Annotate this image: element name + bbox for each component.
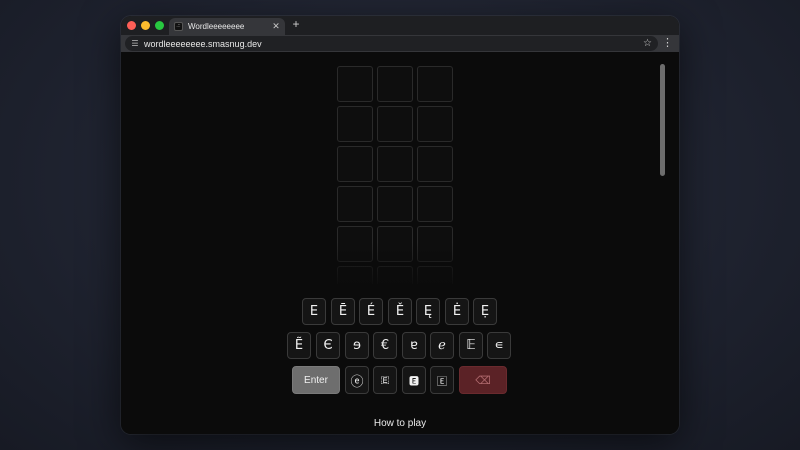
tab-close-icon[interactable]: ✕ xyxy=(270,21,282,32)
key[interactable]: € xyxy=(373,332,397,359)
key[interactable]: ɐ xyxy=(402,332,426,359)
grid-tile xyxy=(417,106,453,142)
bookmark-star-icon[interactable]: ☆ xyxy=(643,38,652,49)
favicon-icon: .:: xyxy=(174,22,183,31)
grid-tile xyxy=(417,146,453,182)
key[interactable]: Ě xyxy=(388,298,412,325)
grid-tile xyxy=(337,186,373,222)
key[interactable]: 🇪 xyxy=(373,366,397,394)
key[interactable]: ⓔ xyxy=(345,366,369,394)
tab-strip: .:: Wordleeeeeeee ✕ + xyxy=(121,16,679,35)
browser-toolbar: ☰ wordleeeeeeee.smasnug.dev ☆ ⋮ xyxy=(121,35,679,52)
enter-button[interactable]: Enter xyxy=(292,366,340,394)
grid-tile xyxy=(377,146,413,182)
how-to-play-link[interactable]: How to play xyxy=(350,418,450,429)
key[interactable]: Ẽ xyxy=(287,332,311,359)
browser-window: .:: Wordleeeeeeee ✕ + ☰ wordleeeeeeee.sm… xyxy=(121,16,679,434)
kebab-menu-icon[interactable]: ⋮ xyxy=(662,36,673,50)
grid-tile xyxy=(377,186,413,222)
key[interactable]: É xyxy=(359,298,383,325)
key[interactable]: Ė xyxy=(445,298,469,325)
grid-tile xyxy=(337,66,373,102)
key[interactable]: Ę xyxy=(416,298,440,325)
url-text[interactable]: wordleeeeeeee.smasnug.dev xyxy=(144,39,643,49)
backspace-icon: ⌫ xyxy=(475,373,491,387)
minimize-window-button[interactable] xyxy=(141,21,150,30)
maximize-window-button[interactable] xyxy=(155,21,164,30)
grid-fade-overlay xyxy=(331,242,461,288)
key[interactable]: E xyxy=(302,298,326,325)
backspace-button[interactable]: ⌫ xyxy=(459,366,507,394)
grid-tile xyxy=(417,66,453,102)
new-tab-button[interactable]: + xyxy=(290,17,302,31)
key[interactable]: ɘ xyxy=(345,332,369,359)
grid-tile xyxy=(337,146,373,182)
grid-tile xyxy=(377,106,413,142)
address-bar[interactable]: ☰ wordleeeeeeee.smasnug.dev ☆ xyxy=(125,36,658,51)
scrollbar-thumb[interactable] xyxy=(660,64,665,176)
grid-tile xyxy=(417,186,453,222)
key[interactable]: 𝔼 xyxy=(459,332,483,359)
key[interactable]: 🅴 xyxy=(402,366,426,394)
tab-title: Wordleeeeeeee xyxy=(188,22,245,31)
grid-tile xyxy=(377,66,413,102)
key[interactable]: 🄴 xyxy=(430,366,454,394)
key[interactable]: Ẹ xyxy=(473,298,497,325)
key[interactable]: Ē xyxy=(331,298,355,325)
page-content: E Ē É Ě Ę Ė Ẹ Ẽ Є ɘ € ɐ ℯ 𝔼 ∊ Enter ⓔ 🇪 … xyxy=(121,52,679,434)
site-settings-icon[interactable]: ☰ xyxy=(130,39,140,48)
key[interactable]: Є xyxy=(316,332,340,359)
grid-tile xyxy=(337,106,373,142)
close-window-button[interactable] xyxy=(127,21,136,30)
key[interactable]: ℯ xyxy=(430,332,454,359)
browser-tab[interactable]: .:: Wordleeeeeeee ✕ xyxy=(169,18,285,35)
key[interactable]: ∊ xyxy=(487,332,511,359)
